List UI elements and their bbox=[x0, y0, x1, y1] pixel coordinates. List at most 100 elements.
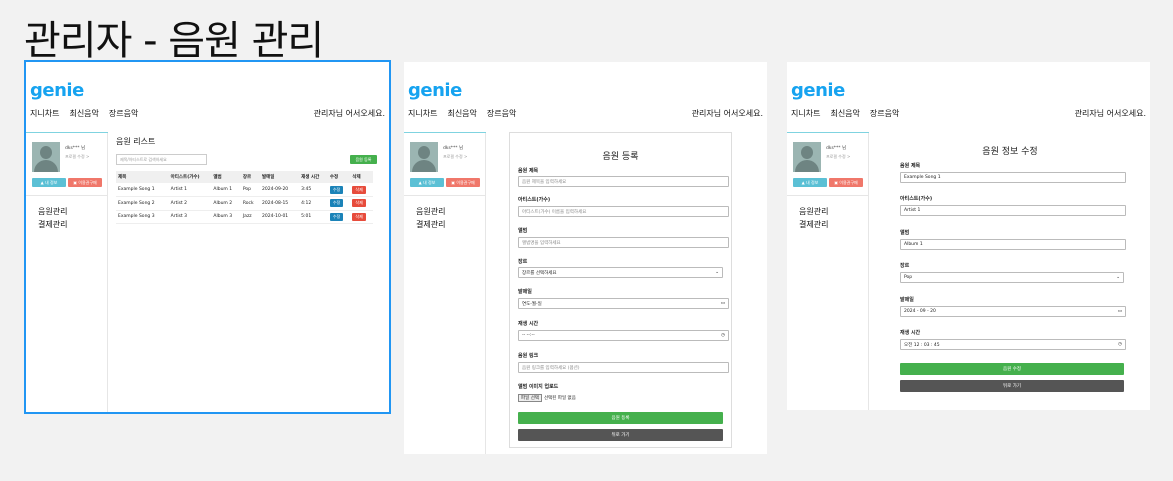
col-header: 아티스트(가수) bbox=[168, 171, 212, 183]
admin-menu: 음원관리 결제관리 bbox=[799, 205, 828, 231]
nav-item-genre[interactable]: 장르음악 bbox=[487, 108, 516, 119]
cell-album: Album 1 bbox=[211, 183, 241, 197]
top-nav: 지니차트 최신음악 장르음악 bbox=[791, 108, 899, 119]
album-input[interactable]: 앨범명을 입력하세요 bbox=[518, 237, 729, 248]
profile-edit-link[interactable]: 프로필 수정 > bbox=[65, 154, 89, 160]
file-select-button[interactable]: 파일 선택 bbox=[518, 393, 542, 402]
page-title: 관리자 - 음원 관리 bbox=[24, 18, 324, 64]
cell-title: Example Song 1 bbox=[116, 183, 169, 197]
menu-item-payment[interactable]: 결제관리 bbox=[38, 218, 67, 231]
clock-icon[interactable]: ◷ bbox=[1118, 342, 1122, 347]
cell-artist: Artist 3 bbox=[168, 210, 212, 224]
menu-item-payment[interactable]: 결제관리 bbox=[799, 218, 828, 231]
genie-logo[interactable]: genie bbox=[791, 80, 845, 101]
menu-item-music[interactable]: 음원관리 bbox=[416, 205, 445, 218]
nav-item-chart[interactable]: 지니차트 bbox=[791, 108, 820, 119]
top-nav: 지니차트 최신음악 장르음악 bbox=[408, 108, 516, 119]
field-label: 발매일 bbox=[900, 297, 914, 303]
link-input[interactable]: 음원 링크를 입력하세요 (옵션) bbox=[518, 362, 729, 373]
field-label: 아티스트(가수) bbox=[900, 196, 933, 202]
table-header-row: 제목 아티스트(가수) 앨범 장르 발매일 재생 시간 수정 삭제 bbox=[116, 171, 373, 183]
field-label: 음원 제목 bbox=[518, 168, 539, 174]
nav-item-genre[interactable]: 장르음악 bbox=[109, 108, 138, 119]
delete-button[interactable]: 삭제 bbox=[352, 185, 366, 194]
cell-title: Example Song 3 bbox=[116, 210, 169, 224]
field-label: 앨범 bbox=[518, 228, 528, 234]
field-label: 아티스트(가수) bbox=[518, 197, 551, 203]
release-date-input[interactable]: 2024 - 09 - 20 ▭ bbox=[900, 306, 1126, 317]
genie-logo[interactable]: genie bbox=[408, 80, 462, 101]
col-header: 앨범 bbox=[211, 171, 241, 183]
field-label: 장르 bbox=[900, 263, 910, 269]
title-input[interactable]: Example Song 1 bbox=[900, 172, 1126, 183]
col-header: 수정 bbox=[327, 171, 351, 183]
my-info-button[interactable]: ▲ 내 정보 bbox=[32, 178, 66, 187]
nav-item-latest[interactable]: 최신음악 bbox=[830, 108, 859, 119]
nav-item-genre[interactable]: 장르음악 bbox=[870, 108, 899, 119]
file-status: 선택된 파일 없음 bbox=[544, 395, 576, 401]
title-input[interactable]: 음원 제목을 입력하세요 bbox=[518, 176, 729, 187]
list-title: 음원 리스트 bbox=[116, 137, 156, 146]
genie-logo[interactable]: genie bbox=[30, 80, 84, 101]
edit-button[interactable]: 수정 bbox=[329, 199, 344, 208]
back-button[interactable]: 뒤로 가기 bbox=[900, 380, 1124, 392]
nav-item-latest[interactable]: 최신음악 bbox=[69, 108, 98, 119]
cell-title: Example Song 2 bbox=[116, 196, 169, 211]
user-name: dks*** 님 bbox=[443, 146, 464, 151]
field-label: 재생 시간 bbox=[518, 321, 539, 327]
delete-button[interactable]: 삭제 bbox=[352, 212, 366, 221]
ticket-purchase-button[interactable]: ▣ 이용권구매 bbox=[829, 178, 863, 187]
menu-item-music[interactable]: 음원관리 bbox=[799, 205, 828, 218]
duration-input[interactable]: -- --:-- ◷ bbox=[518, 330, 729, 341]
my-info-button[interactable]: ▲ 내 정보 bbox=[410, 178, 444, 187]
welcome-text: 관리자님 어서오세요. bbox=[313, 109, 385, 118]
menu-item-music[interactable]: 음원관리 bbox=[38, 205, 67, 218]
search-input[interactable]: 제목/아티스트로 검색하세요 bbox=[116, 154, 207, 165]
sidebar: dks*** 님 프로필 수정 > ▲ 내 정보 ▣ 이용권구매 음원관리 결제… bbox=[787, 132, 869, 410]
clock-icon[interactable]: ◷ bbox=[721, 333, 725, 338]
edit-button[interactable]: 수정 bbox=[329, 212, 344, 221]
submit-button[interactable]: 음원 수정 bbox=[900, 363, 1124, 375]
music-table: 제목 아티스트(가수) 앨범 장르 발매일 재생 시간 수정 삭제 Exampl… bbox=[116, 171, 373, 224]
profile-edit-link[interactable]: 프로필 수정 > bbox=[826, 154, 850, 160]
profile-edit-link[interactable]: 프로필 수정 > bbox=[443, 154, 467, 160]
edit-button[interactable]: 수정 bbox=[329, 185, 344, 194]
genre-select[interactable]: 장르를 선택하세요 ⌄ bbox=[518, 267, 723, 278]
field-label: 음원 링크 bbox=[518, 353, 539, 359]
form-title: 음원 정보 수정 bbox=[982, 147, 1038, 157]
edit-page-frame: genie 지니차트 최신음악 장르음악 관리자님 어서오세요. dks*** … bbox=[787, 62, 1150, 410]
col-header: 삭제 bbox=[350, 171, 373, 183]
avatar bbox=[410, 142, 438, 172]
form-title: 음원 등록 bbox=[602, 152, 639, 162]
image-upload: 파일 선택 선택된 파일 없음 bbox=[518, 392, 729, 403]
artist-input[interactable]: 아티스트(가수) 이름을 입력하세요 bbox=[518, 206, 729, 217]
calendar-icon[interactable]: ▭ bbox=[1118, 309, 1122, 314]
cell-date: 2024-10-01 bbox=[260, 210, 300, 224]
welcome-text: 관리자님 어서오세요. bbox=[691, 109, 763, 118]
cell-genre: Pop bbox=[240, 183, 261, 197]
menu-item-payment[interactable]: 결제관리 bbox=[416, 218, 445, 231]
release-date-input[interactable]: 연도-월-일 ▭ bbox=[518, 298, 729, 309]
field-label: 재생 시간 bbox=[900, 330, 921, 336]
nav-item-chart[interactable]: 지니차트 bbox=[408, 108, 437, 119]
cell-duration: 5:01 bbox=[299, 210, 328, 224]
avatar bbox=[793, 142, 821, 172]
album-input[interactable]: Album 1 bbox=[900, 239, 1126, 250]
duration-input[interactable]: 오전 12 : 03 : 45 ◷ bbox=[900, 339, 1126, 350]
admin-menu: 음원관리 결제관리 bbox=[416, 205, 445, 231]
artist-input[interactable]: Artist 1 bbox=[900, 205, 1126, 216]
genre-select[interactable]: Pop ⌄ bbox=[900, 272, 1124, 283]
nav-item-latest[interactable]: 최신음악 bbox=[447, 108, 476, 119]
my-info-button[interactable]: ▲ 내 정보 bbox=[793, 178, 827, 187]
submit-button[interactable]: 음원 등록 bbox=[518, 412, 723, 424]
calendar-icon[interactable]: ▭ bbox=[721, 301, 725, 306]
add-music-button[interactable]: 음원 등록 bbox=[350, 155, 377, 164]
back-button[interactable]: 뒤로 가기 bbox=[518, 429, 723, 441]
avatar bbox=[32, 142, 60, 172]
ticket-purchase-button[interactable]: ▣ 이용권구매 bbox=[68, 178, 102, 187]
delete-button[interactable]: 삭제 bbox=[352, 199, 366, 208]
field-label: 앨범 bbox=[900, 230, 910, 236]
ticket-purchase-button[interactable]: ▣ 이용권구매 bbox=[446, 178, 480, 187]
table-row: Example Song 3 Artist 3 Album 3 Jazz 202… bbox=[116, 210, 373, 224]
nav-item-chart[interactable]: 지니차트 bbox=[30, 108, 59, 119]
